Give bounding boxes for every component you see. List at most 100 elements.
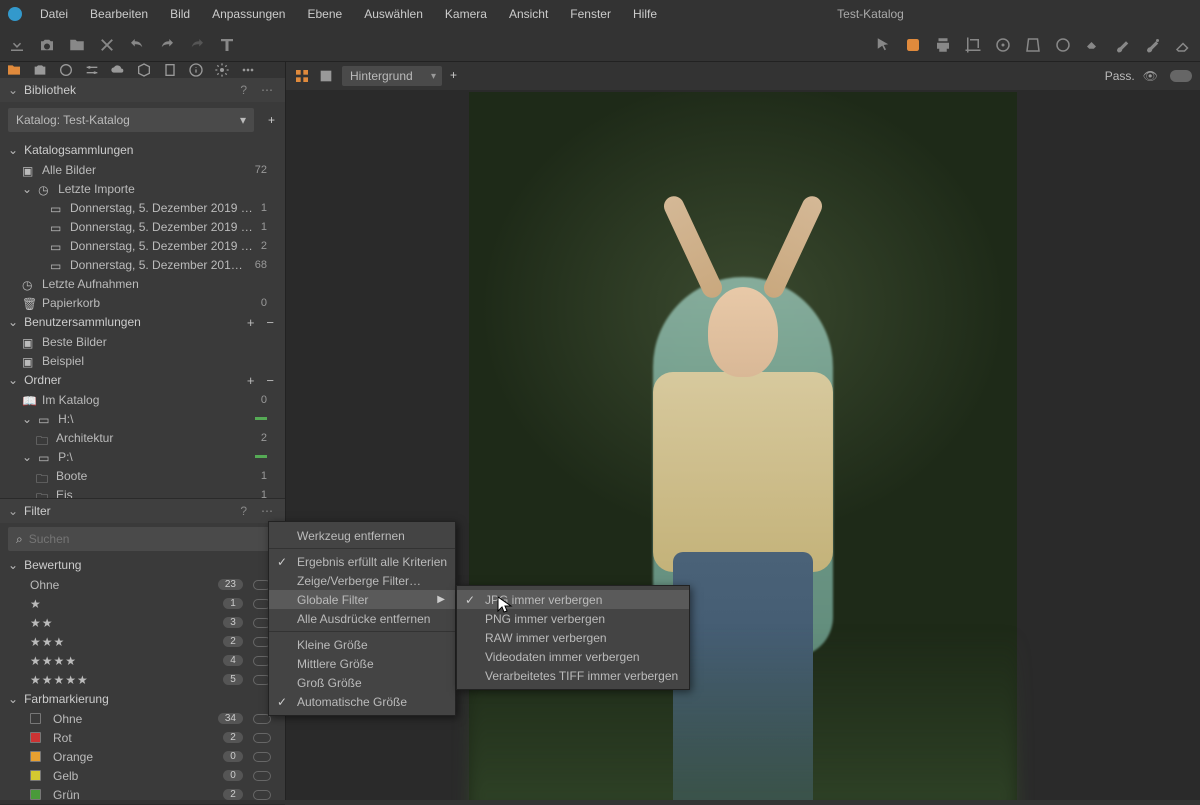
crop-tool-icon[interactable]	[964, 36, 982, 54]
help-icon[interactable]: ?	[236, 83, 251, 97]
cursor-tool-icon[interactable]	[874, 36, 892, 54]
menu-item[interactable]: ✓JPG immer verbergen	[457, 590, 689, 609]
rating-row[interactable]: Ohne23	[0, 575, 285, 594]
menu-item[interactable]: Alle Ausdrücke entfernen	[269, 609, 455, 628]
menu-item[interactable]: Kleine Größe	[269, 635, 455, 654]
menu-bearbeiten[interactable]: Bearbeiten	[80, 3, 158, 25]
tree-drive-h[interactable]: ⌄▭H:\	[0, 409, 285, 428]
pass-toggle[interactable]	[1170, 70, 1192, 82]
menu-ansicht[interactable]: Ansicht	[499, 3, 558, 25]
tree-recent-captures[interactable]: ◷Letzte Aufnahmen	[0, 274, 285, 293]
tab-camera-icon[interactable]	[32, 62, 48, 78]
layer-dropdown[interactable]: Hintergrund	[342, 66, 442, 86]
menu-auswaehlen[interactable]: Auswählen	[354, 3, 433, 25]
color-row[interactable]: Ohne34	[0, 709, 285, 728]
menu-item[interactable]: PNG immer verbergen	[457, 609, 689, 628]
tree-all-images[interactable]: ▣Alle Bilder72	[0, 160, 285, 179]
rating-row[interactable]: ★★3	[0, 613, 285, 632]
catalog-selector[interactable]: Katalog: Test-Katalog▾	[8, 108, 254, 132]
camera-icon[interactable]	[38, 36, 56, 54]
menu-item[interactable]: ✓Automatische Größe	[269, 692, 455, 711]
menu-item[interactable]: ✓Ergebnis erfüllt alle Kriterien	[269, 552, 455, 571]
add-collection-icon[interactable]: +	[244, 315, 258, 330]
color-row[interactable]: Rot2	[0, 728, 285, 747]
remove-folder-icon[interactable]: −	[263, 373, 277, 388]
tree-import-item[interactable]: ▭Donnerstag, 5. Dezember 2019 19:26:531	[0, 217, 285, 236]
color-row[interactable]: Gelb0	[0, 766, 285, 785]
redo2-icon[interactable]	[188, 36, 206, 54]
menu-item[interactable]: Verarbeitetes TIFF immer verbergen	[457, 666, 689, 685]
filter-panel-header[interactable]: ⌄ Filter ? ⋯	[0, 499, 285, 523]
more-icon[interactable]: ⋯	[257, 83, 277, 97]
color-row[interactable]: Grün2	[0, 785, 285, 804]
menu-ebene[interactable]: Ebene	[297, 3, 352, 25]
tab-cloud-icon[interactable]	[110, 62, 126, 78]
search-input[interactable]	[29, 532, 269, 546]
help-icon[interactable]: ?	[236, 504, 251, 518]
tree-trash[interactable]: 🗑Papierkorb0	[0, 293, 285, 312]
menu-item[interactable]: Mittlere Größe	[269, 654, 455, 673]
tree-user-collection[interactable]: ▣Beste Bilder	[0, 332, 285, 351]
tree-folder-item[interactable]: 🗀Boote1	[0, 466, 285, 485]
print-tool-icon[interactable]	[934, 36, 952, 54]
ellipse-tool-icon[interactable]	[1054, 36, 1072, 54]
tab-adjust-icon[interactable]	[84, 62, 100, 78]
menu-item[interactable]: RAW immer verbergen	[457, 628, 689, 647]
tree-drive-p[interactable]: ⌄▭P:\	[0, 447, 285, 466]
tree-import-item[interactable]: ▭Donnerstag, 5. Dezember 2019 16:00:…68	[0, 255, 285, 274]
color-row[interactable]: Orange0	[0, 747, 285, 766]
tree-import-item[interactable]: ▭Donnerstag, 5. Dezember 2019 17:29:242	[0, 236, 285, 255]
tree-recent-imports[interactable]: ⌄◷Letzte Importe	[0, 179, 285, 198]
grid-view-icon[interactable]	[294, 68, 310, 84]
shape-tool-icon[interactable]	[904, 36, 922, 54]
filter-search[interactable]: ⌕	[8, 527, 277, 551]
text-icon[interactable]	[218, 36, 236, 54]
tab-clipboard-icon[interactable]	[162, 62, 178, 78]
menu-item[interactable]: Groß Größe	[269, 673, 455, 692]
close-icon[interactable]	[98, 36, 116, 54]
target-tool-icon[interactable]	[994, 36, 1012, 54]
menu-item[interactable]: Werkzeug entfernen	[269, 526, 455, 545]
brush-tool-icon[interactable]	[1114, 36, 1132, 54]
rating-row[interactable]: ★★★2	[0, 632, 285, 651]
tab-folder-icon[interactable]	[6, 62, 22, 78]
tree-folder-item[interactable]: 🗀Eis1	[0, 485, 285, 498]
menu-bild[interactable]: Bild	[160, 3, 200, 25]
eye-icon[interactable]: 👁	[1143, 69, 1158, 83]
rating-row[interactable]: ★1	[0, 594, 285, 613]
redo-icon[interactable]	[158, 36, 176, 54]
folder-icon[interactable]	[68, 36, 86, 54]
tab-gear-icon[interactable]	[214, 62, 230, 78]
library-panel-header[interactable]: ⌄ Bibliothek ? ⋯	[0, 78, 285, 102]
add-catalog-icon[interactable]: +	[268, 113, 285, 127]
menu-item[interactable]: Zeige/Verberge Filter…	[269, 571, 455, 590]
menu-datei[interactable]: Datei	[30, 3, 78, 25]
menu-kamera[interactable]: Kamera	[435, 3, 497, 25]
single-view-icon[interactable]	[318, 68, 334, 84]
tree-in-catalog[interactable]: 📖Im Katalog0	[0, 390, 285, 409]
rating-row[interactable]: ★★★★4	[0, 651, 285, 670]
tab-cube-icon[interactable]	[136, 62, 152, 78]
erase-tool-icon[interactable]	[1174, 36, 1192, 54]
menu-anpassungen[interactable]: Anpassungen	[202, 3, 295, 25]
menu-hilfe[interactable]: Hilfe	[623, 3, 667, 25]
tab-more-icon[interactable]	[240, 62, 256, 78]
tab-circle-icon[interactable]	[58, 62, 74, 78]
add-folder-icon[interactable]: +	[244, 373, 258, 388]
menu-fenster[interactable]: Fenster	[560, 3, 621, 25]
rating-row[interactable]: ★★★★★5	[0, 670, 285, 689]
remove-collection-icon[interactable]: −	[263, 315, 277, 330]
add-layer-icon[interactable]: +	[450, 68, 466, 84]
tree-import-item[interactable]: ▭Donnerstag, 5. Dezember 2019 19:48:031	[0, 198, 285, 217]
import-icon[interactable]	[8, 36, 26, 54]
tab-info-icon[interactable]	[188, 62, 204, 78]
more-icon[interactable]: ⋯	[257, 504, 277, 518]
clone-tool-icon[interactable]	[1144, 36, 1162, 54]
heal-tool-icon[interactable]	[1084, 36, 1102, 54]
tree-folder-item[interactable]: 🗀Architektur2	[0, 428, 285, 447]
menu-item[interactable]: Videodaten immer verbergen	[457, 647, 689, 666]
undo-icon[interactable]	[128, 36, 146, 54]
tree-user-collection[interactable]: ▣Beispiel	[0, 351, 285, 370]
menu-item[interactable]: Globale Filter▶	[269, 590, 455, 609]
keystone-tool-icon[interactable]	[1024, 36, 1042, 54]
